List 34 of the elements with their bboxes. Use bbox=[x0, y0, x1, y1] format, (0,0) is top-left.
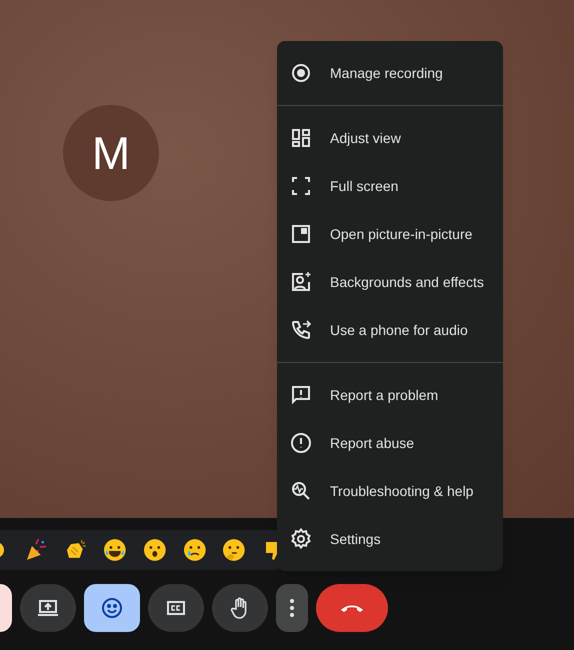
feedback-icon bbox=[289, 383, 313, 407]
record-icon bbox=[289, 61, 313, 85]
laughing-face-icon[interactable] bbox=[103, 538, 128, 562]
picture-in-picture-icon bbox=[289, 222, 313, 246]
alert-icon bbox=[289, 431, 313, 455]
thinking-face-icon[interactable] bbox=[222, 538, 246, 562]
menu-item[interactable]: Full screen bbox=[277, 162, 503, 210]
microphone-button[interactable] bbox=[0, 584, 12, 632]
raise-hand-button[interactable] bbox=[212, 584, 268, 632]
menu-item[interactable]: Troubleshooting & help bbox=[277, 467, 503, 515]
avatar: M bbox=[63, 105, 159, 201]
menu-item[interactable]: Report abuse bbox=[277, 419, 503, 467]
sad-face-icon[interactable] bbox=[182, 538, 206, 562]
captions-button[interactable] bbox=[148, 584, 204, 632]
reactions-button[interactable] bbox=[84, 584, 140, 632]
menu-item[interactable]: Settings bbox=[277, 515, 503, 563]
more-vertical-icon bbox=[289, 598, 295, 618]
smiley-icon bbox=[100, 596, 124, 620]
menu-item[interactable]: Adjust view bbox=[277, 114, 503, 162]
fullscreen-icon bbox=[289, 174, 313, 198]
present-screen-button[interactable] bbox=[20, 584, 76, 632]
surprised-face-icon[interactable] bbox=[143, 538, 167, 562]
menu-item[interactable]: Report a problem bbox=[277, 371, 503, 419]
layout-icon bbox=[289, 126, 313, 150]
settings-icon bbox=[289, 527, 313, 551]
menu-item[interactable]: Use a phone for audio bbox=[277, 306, 503, 354]
hang-up-button[interactable] bbox=[316, 584, 388, 632]
more-options-button[interactable] bbox=[276, 584, 308, 632]
phone-arrow-icon bbox=[289, 318, 313, 342]
menu-item[interactable]: Open picture-in-picture bbox=[277, 210, 503, 258]
person-sparkle-icon bbox=[289, 270, 313, 294]
menu-item[interactable]: Manage recording bbox=[277, 49, 503, 97]
menu-item[interactable]: Backgrounds and effects bbox=[277, 258, 503, 306]
party-popper-icon[interactable] bbox=[24, 538, 48, 562]
